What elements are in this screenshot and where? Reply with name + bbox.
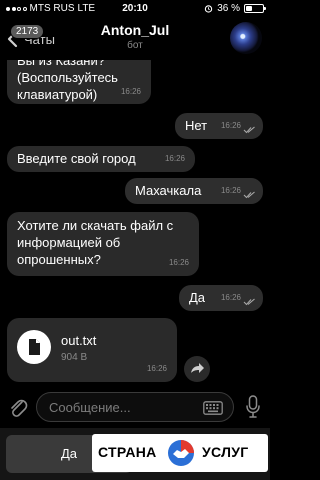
message-incoming: Введите свой город 16:26	[7, 146, 195, 172]
message-text: Хотите ли скачать файл с информацией об …	[17, 218, 174, 267]
message-outgoing: Нет 16:26	[175, 113, 263, 139]
paperclip-icon[interactable]	[8, 397, 28, 419]
avatar-icon[interactable]	[230, 22, 262, 54]
watermark-logo: СТРАНА УСЛУГ	[92, 434, 268, 472]
status-right: 36 %	[204, 3, 266, 14]
message-time: 16:26	[164, 154, 185, 163]
message-incoming: Вы из Казани? (Воспользуйтесь клавиатуро…	[7, 60, 151, 104]
message-list[interactable]: Вы из Казани? (Воспользуйтесь клавиатуро…	[0, 60, 270, 385]
file-icon[interactable]	[17, 330, 51, 364]
message-time: 16:26	[120, 87, 141, 96]
read-receipt-icon	[243, 191, 255, 199]
share-icon	[191, 363, 204, 373]
file-size: 904 B	[61, 352, 88, 363]
file-name: out.txt	[61, 333, 97, 348]
share-button[interactable]	[184, 356, 210, 382]
watermark-right: УСЛУГ	[202, 444, 249, 460]
message-time: 16:26	[220, 186, 241, 195]
message-time: 16:26	[168, 258, 189, 267]
message-outgoing: Да 16:26	[179, 285, 263, 311]
file-message[interactable]: out.txt 904 B 16:26	[7, 318, 177, 382]
watermark-left: СТРАНА	[98, 444, 157, 460]
alarm-icon	[205, 5, 213, 13]
read-receipt-icon	[243, 298, 255, 306]
message-time: 16:26	[146, 364, 167, 373]
message-outgoing: Махачкала 16:26	[125, 178, 263, 204]
keyboard-icon[interactable]	[203, 401, 223, 415]
message-placeholder: Сообщение...	[49, 400, 131, 415]
message-text: Введите свой город	[17, 151, 136, 166]
message-incoming: Хотите ли скачать файл с информацией об …	[7, 212, 199, 276]
message-time: 16:26	[220, 293, 241, 302]
message-time: 16:26	[220, 121, 241, 130]
microphone-icon[interactable]	[246, 395, 260, 419]
battery-icon	[244, 4, 266, 13]
handshake-icon	[168, 440, 194, 466]
chat-header: Чаты 2173 Anton_Jul бот	[0, 18, 270, 60]
battery-percent: 36 %	[217, 3, 240, 14]
read-receipt-icon	[243, 126, 255, 134]
status-bar: MTS RUS LTE 20:10 36 %	[0, 0, 270, 18]
message-input[interactable]: Сообщение...	[36, 392, 234, 422]
composer: Сообщение...	[0, 388, 270, 428]
